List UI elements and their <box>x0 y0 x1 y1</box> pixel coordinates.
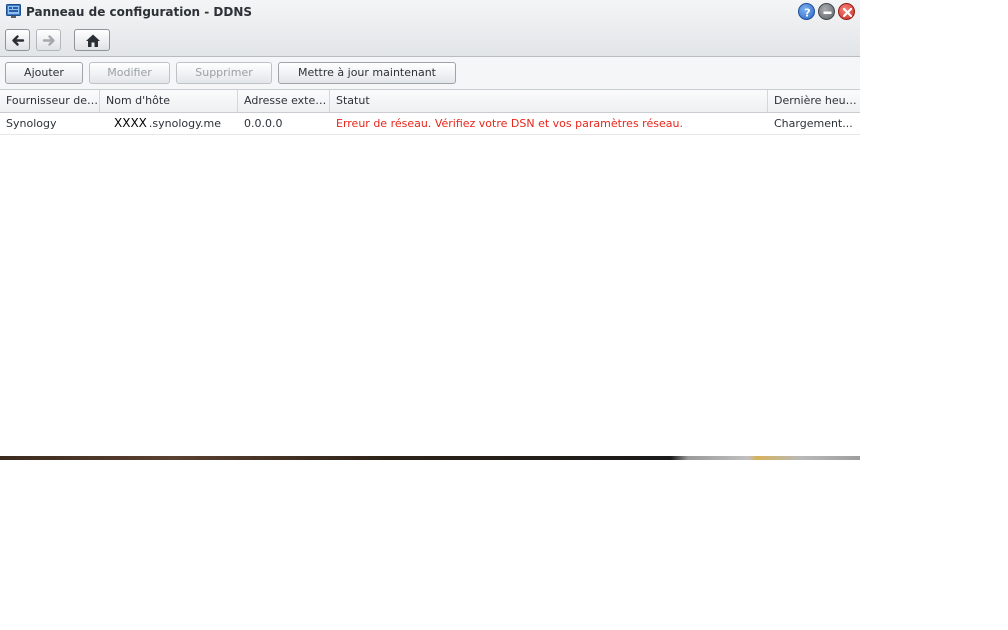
control-panel-icon <box>6 4 21 18</box>
add-button[interactable]: Ajouter <box>5 62 83 84</box>
toolbar: Ajouter Modifier Supprimer Mettre à jour… <box>0 57 860 90</box>
cell-hostname: XXXX .synology.me <box>100 113 238 134</box>
hostname-suffix: .synology.me <box>148 117 222 130</box>
column-header-external-address[interactable]: Adresse externe <box>238 90 330 112</box>
table-header: Fournisseur de service Nom d'hôte Adress… <box>0 90 860 113</box>
cell-external-address: 0.0.0.0 <box>244 117 283 130</box>
home-icon <box>86 34 100 47</box>
back-arrow-icon <box>12 35 25 46</box>
help-icon[interactable]: ? <box>798 3 815 20</box>
back-button[interactable] <box>5 29 30 51</box>
cell-last-update: Chargement... <box>774 117 853 130</box>
close-icon[interactable] <box>838 3 855 20</box>
column-header-last-update[interactable]: Dernière heure de mise à jour <box>768 90 860 112</box>
column-header-status[interactable]: Statut <box>330 90 768 112</box>
window-bottom-edge <box>0 456 860 460</box>
update-now-button[interactable]: Mettre à jour maintenant <box>278 62 456 84</box>
column-header-hostname[interactable]: Nom d'hôte <box>100 90 238 112</box>
minimize-icon[interactable] <box>818 3 835 20</box>
hostname-redacted: XXXX <box>106 113 149 134</box>
column-header-provider[interactable]: Fournisseur de service <box>0 90 100 112</box>
delete-button[interactable]: Supprimer <box>176 62 272 84</box>
forward-button[interactable] <box>36 29 61 51</box>
forward-arrow-icon <box>42 35 55 46</box>
table-row[interactable]: Synology XXXX .synology.me 0.0.0.0 Erreur… <box>0 113 860 135</box>
home-button[interactable] <box>74 29 110 51</box>
ddns-window: Panneau de configuration - DDNS ? Ajoute… <box>0 0 860 460</box>
cell-status: Erreur de réseau. Vérifiez votre DSN et … <box>336 117 683 130</box>
svg-text:?: ? <box>804 7 810 20</box>
cell-provider: Synology <box>6 117 57 130</box>
title-bar: Panneau de configuration - DDNS ? <box>0 0 860 57</box>
window-title: Panneau de configuration - DDNS <box>26 5 253 19</box>
modify-button[interactable]: Modifier <box>89 62 170 84</box>
